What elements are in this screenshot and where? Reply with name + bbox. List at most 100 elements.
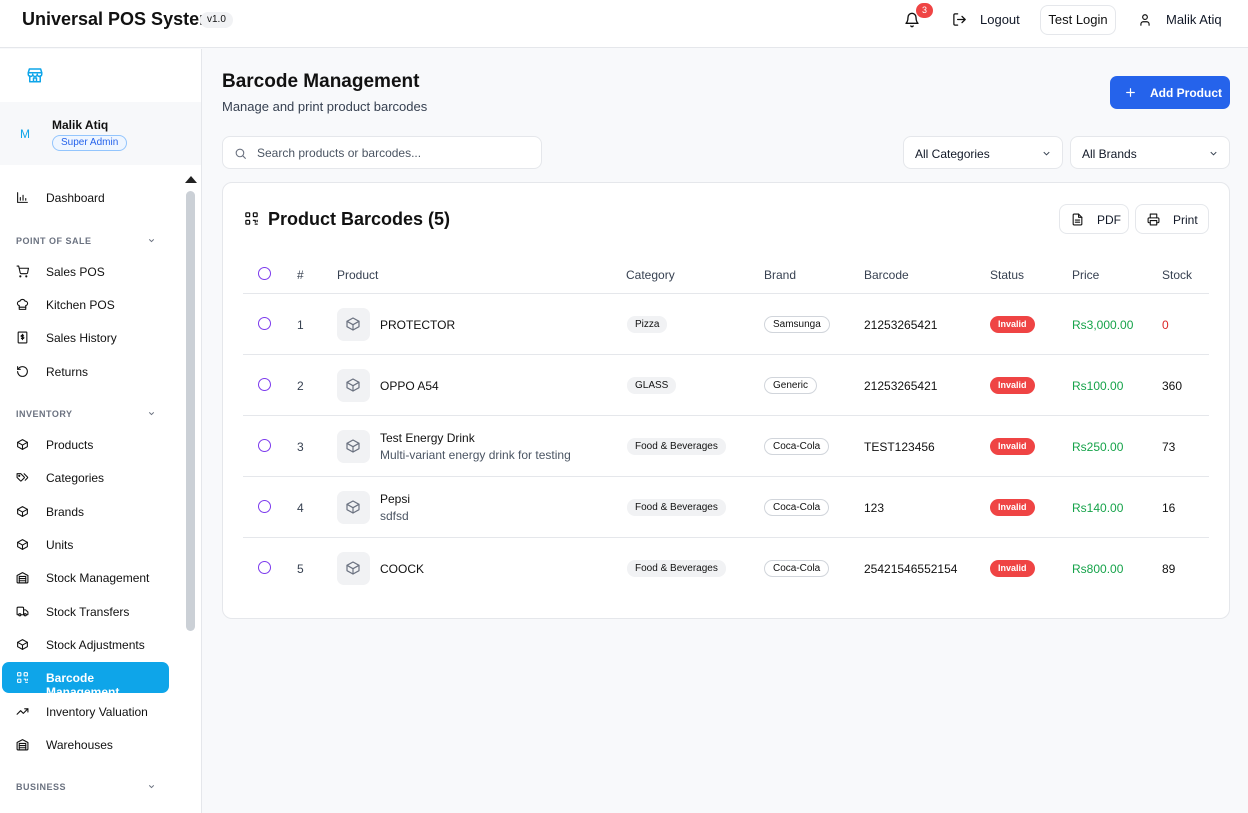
table-row[interactable]: 4 Pepsi sdfsd Food & Beverages Coca-Cola… [243,477,1209,538]
search-input[interactable] [257,144,527,162]
sidebar-item-sales-history[interactable]: Sales History [2,322,169,353]
search-icon [234,147,247,160]
barcode-value: 21253265421 [864,379,938,393]
chevron-down-icon [147,236,156,245]
table-row[interactable]: 1 PROTECTOR Pizza Samsunga 21253265421 I… [243,294,1209,355]
top-bar: Universal POS System v1.0 3 Logout Test … [0,0,1248,48]
barcode-value: 123 [864,501,885,515]
package-icon [16,438,29,451]
store-icon[interactable] [26,66,44,84]
truck-icon [16,605,29,618]
logout-button[interactable]: Logout [952,12,1020,27]
section-inventory[interactable]: INVENTORY [16,409,156,419]
row-checkbox[interactable] [258,439,271,452]
column-header-status[interactable]: Status [990,268,1024,282]
table-row[interactable]: 3 Test Energy Drink Multi-variant energy… [243,416,1209,477]
chef-hat-icon [16,298,29,311]
notification-count-badge: 3 [916,3,933,18]
section-label: INVENTORY [16,409,73,419]
chevron-down-icon [147,782,156,791]
user-card: M Malik Atiq Super Admin [0,102,201,165]
category-badge: Pizza [627,316,668,333]
sidebar-item-label: Brands [46,505,85,519]
app-title: Universal POS System [22,9,216,29]
section-point-of-sale[interactable]: POINT OF SALE [16,236,156,246]
sidebar-item-products[interactable]: Products [2,429,169,460]
category-badge: Food & Beverages [627,560,726,577]
status-badge: Invalid [990,438,1035,455]
product-name: COOCK [380,562,425,576]
sidebar-item-inventory-valuation[interactable]: Inventory Valuation [2,696,169,727]
sidebar-item-kitchen-pos[interactable]: Kitchen POS [2,289,169,320]
sidebar-item-categories[interactable]: Categories [2,462,169,493]
sidebar-item-label: Kitchen POS [46,298,115,312]
column-header-product[interactable]: Product [337,268,378,282]
scroll-up-arrow[interactable] [185,176,197,183]
row-checkbox[interactable] [258,378,271,391]
column-header-brand[interactable]: Brand [764,268,796,282]
brand-badge: Coca-Cola [764,560,830,577]
section-label: BUSINESS [16,782,67,792]
tags-icon [16,471,29,484]
sidebar-item-warehouses[interactable]: Warehouses [2,729,169,760]
sidebar-item-label: Warehouses [46,738,113,752]
sidebar-item-label: Barcode Management [46,671,120,699]
category-filter-select[interactable]: All Categories [903,136,1063,169]
column-header-index: # [297,268,304,282]
row-index: 3 [297,440,304,454]
table-row[interactable]: 5 COOCK Food & Beverages Coca-Cola 25421… [243,538,1209,599]
sidebar-scrollbar[interactable] [186,191,195,631]
pdf-button[interactable]: PDF [1059,204,1129,234]
barcode-value: 25421546552154 [864,562,958,576]
sidebar-item-stock-adjustments[interactable]: Stock Adjustments [2,629,169,660]
category-badge: Food & Beverages [627,438,726,455]
row-index: 4 [297,501,304,515]
row-checkbox[interactable] [258,561,271,574]
cart-icon [16,265,29,278]
sidebar-item-label: Stock Adjustments [46,638,145,652]
section-business[interactable]: BUSINESS [16,782,156,792]
sidebar-item-brands[interactable]: Brands [2,496,169,527]
price-value: Rs800.00 [1072,562,1124,576]
product-thumbnail [337,491,370,524]
sidebar-item-dashboard[interactable]: Dashboard [2,182,169,213]
select-all-checkbox[interactable] [258,267,271,280]
category-badge: GLASS [627,377,677,394]
print-button[interactable]: Print [1135,204,1209,234]
product-name: OPPO A54 [380,379,439,393]
chevron-down-icon [147,409,156,418]
add-product-button[interactable]: Add Product [1110,76,1230,109]
category-badge: Food & Beverages [627,499,726,516]
column-header-category[interactable]: Category [626,268,675,282]
avatar: M [20,127,30,141]
stock-value: 73 [1162,440,1176,454]
product-thumbnail [337,430,370,463]
category-filter-value: All Categories [915,147,990,161]
stock-value: 89 [1162,562,1176,576]
product-barcodes-card: Product Barcodes (5) PDF Print # Product… [222,182,1230,619]
sidebar-item-units[interactable]: Units [2,529,169,560]
sidebar-item-label: Sales POS [46,265,105,279]
sidebar-item-returns[interactable]: Returns [2,356,169,387]
user-menu[interactable]: Malik Atiq [1138,12,1222,27]
printer-icon [1147,213,1160,226]
row-checkbox[interactable] [258,317,271,330]
sidebar-item-barcode-management[interactable]: Barcode Management [2,662,169,699]
product-name: Test Energy Drink [380,431,475,445]
column-header-barcode[interactable]: Barcode [864,268,909,282]
column-header-stock[interactable]: Stock [1162,268,1192,282]
sidebar-item-stock-transfers[interactable]: Stock Transfers [2,596,169,627]
search-box [222,136,542,169]
role-badge: Super Admin [52,135,128,151]
brand-filter-select[interactable]: All Brands [1070,136,1230,169]
product-thumbnail [337,369,370,402]
row-checkbox[interactable] [258,500,271,513]
page-title: Barcode Management [222,71,420,92]
sidebar-item-sales-pos[interactable]: Sales POS [2,256,169,287]
test-login-button[interactable]: Test Login [1040,5,1116,35]
column-header-price[interactable]: Price [1072,268,1099,282]
table-row[interactable]: 2 OPPO A54 GLASS Generic 21253265421 Inv… [243,355,1209,416]
page-subtitle: Manage and print product barcodes [222,99,428,114]
sidebar-item-stock-management[interactable]: Stock Management [2,562,169,593]
stock-value: 0 [1162,318,1169,332]
